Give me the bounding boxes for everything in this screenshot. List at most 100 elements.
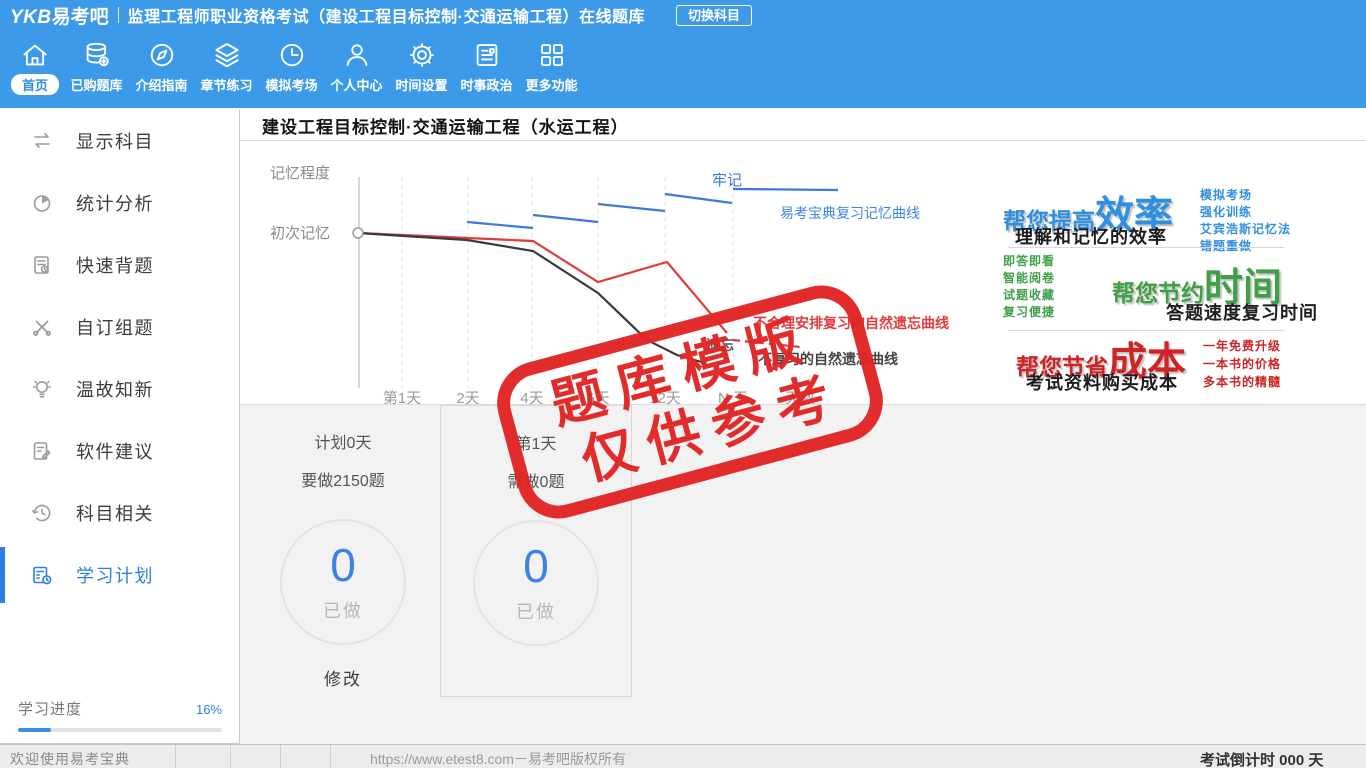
nav-item-mock-exam[interactable]: 模拟考场 — [259, 30, 324, 108]
study-plan-area: 计划0天 要做2150题 0 已做 修改 第1天 需做0题 0 已做 — [240, 404, 1366, 744]
nav-item-time-settings[interactable]: 时间设置 — [389, 30, 454, 108]
sidebar-item-label: 自订组题 — [76, 314, 154, 340]
nav-item-personal-center[interactable]: 个人中心 — [324, 30, 389, 108]
y-axis-label: 记忆程度 — [270, 165, 330, 182]
sidebar-item-statistics[interactable]: 统计分析 — [0, 172, 239, 234]
footer-divider — [230, 745, 231, 768]
plan-card: 计划0天 要做2150题 0 已做 修改 — [253, 405, 433, 690]
promo-time-sub: 答题速度复习时间 — [1166, 299, 1318, 325]
clock-icon — [277, 40, 307, 70]
nav-label: 时间设置 — [395, 75, 447, 94]
sidebar-item-label: 学习计划 — [76, 562, 154, 588]
sidebar-item-show-subjects[interactable]: 显示科目 — [0, 110, 239, 172]
nav-item-purchased[interactable]: 已购题库 — [64, 30, 129, 108]
blue-curve-label: 易考宝典复习记忆曲线 — [780, 205, 920, 221]
nav-label: 已购题库 — [70, 75, 122, 94]
welcome-text: 欢迎使用易考宝典 — [10, 749, 130, 769]
nav-label: 个人中心 — [330, 75, 382, 94]
top-header-bar: YKB易考吧 监理工程师职业资格考试（建设工程目标控制·交通运输工程）在线题库 … — [0, 0, 1366, 30]
sidebar-item-label: 统计分析 — [76, 190, 154, 216]
logo-en: YKB — [10, 7, 52, 28]
promo-cost-sub: 考试资料购买成本 — [1026, 369, 1178, 395]
promo-list-item: 艾宾浩斯记忆法 — [1200, 221, 1291, 238]
promo-list-item: 多本书的精髓 — [1203, 373, 1281, 391]
logo-cn: 易考吧 — [52, 7, 109, 28]
progress-percentage: 16% — [196, 702, 222, 717]
doc-edit-icon — [30, 439, 54, 463]
first-memory-label: 初次记忆 — [270, 225, 330, 242]
plan-days: 计划0天 — [253, 405, 433, 453]
study-progress: 学习进度 16% — [18, 698, 222, 732]
nav-label: 介绍指南 — [135, 75, 187, 94]
promo-time-list: 即答即看 智能阅卷 试题收藏 复习便捷 — [1003, 253, 1055, 321]
promo-list-item: 即答即看 — [1003, 253, 1055, 270]
compass-icon — [147, 40, 177, 70]
sidebar-item-study-plan[interactable]: 学习计划 — [0, 544, 239, 606]
sidebar-item-subject-related[interactable]: 科目相关 — [0, 482, 239, 544]
promo-efficiency-sub: 理解和记忆的效率 — [1015, 223, 1167, 249]
sidebar-item-custom-quiz[interactable]: 自订组题 — [0, 296, 239, 358]
sidebar-item-label: 快速背题 — [76, 252, 154, 278]
promo-list-item: 复习便捷 — [1003, 304, 1055, 321]
database-icon — [82, 40, 112, 70]
done-label: 已做 — [516, 598, 556, 624]
svg-text:第1天: 第1天 — [383, 389, 421, 404]
sidebar-item-review-old[interactable]: 温故知新 — [0, 358, 239, 420]
app-logo: YKB易考吧 — [10, 2, 109, 29]
promo-divider — [1008, 247, 1284, 248]
nav-label: 时事政治 — [460, 75, 512, 94]
nav-label: 更多功能 — [525, 75, 577, 94]
progress-bar — [18, 728, 222, 732]
footer-divider — [280, 745, 281, 768]
plan-done-circle: 0 已做 — [280, 519, 406, 645]
flashcard-icon — [30, 253, 54, 277]
svg-text:2天: 2天 — [456, 390, 479, 404]
bulb-icon — [30, 377, 54, 401]
laoji-label: 牢记 — [712, 172, 742, 189]
promo-list-item: 一年免费升级 — [1203, 337, 1281, 355]
plan-total-questions: 要做2150题 — [253, 467, 433, 491]
promo-list-item: 智能阅卷 — [1003, 270, 1055, 287]
layers-icon — [212, 40, 242, 70]
nav-item-home[interactable]: 首页 — [6, 30, 64, 108]
progress-fill — [18, 728, 51, 732]
exam-title: 监理工程师职业资格考试（建设工程目标控制·交通运输工程）在线题库 — [128, 3, 645, 27]
status-bar: 欢迎使用易考宝典 https://www.etest8.com－易考吧版权所有 … — [0, 744, 1366, 768]
progress-label: 学习进度 — [18, 698, 82, 719]
swap-icon — [30, 129, 54, 153]
done-count: 0 — [330, 541, 356, 589]
nav-item-more[interactable]: 更多功能 — [519, 30, 584, 108]
promo-efficiency-list: 模拟考场 强化训练 艾宾浩斯记忆法 错题重做 — [1200, 187, 1291, 255]
tools-icon — [30, 315, 54, 339]
sidebar-item-label: 软件建议 — [76, 438, 154, 464]
main-navbar: 首页 已购题库 介绍指南 章节练习 模拟考场 个人中心 时间设置 时事政治 更多… — [0, 30, 1366, 108]
nav-label: 模拟考场 — [265, 75, 317, 94]
nav-item-chapter-practice[interactable]: 章节练习 — [194, 30, 259, 108]
promo-list-item: 强化训练 — [1200, 204, 1291, 221]
sidebar-item-label: 科目相关 — [76, 500, 154, 526]
sidebar-item-label: 温故知新 — [76, 376, 154, 402]
gear-icon — [407, 40, 437, 70]
footer-divider — [175, 745, 176, 768]
first-memory-marker — [353, 228, 363, 238]
modify-plan-link[interactable]: 修改 — [253, 665, 433, 690]
copyright-url: https://www.etest8.com－易考吧版权所有 — [370, 749, 626, 769]
page-title: 建设工程目标控制·交通运输工程（水运工程） — [262, 113, 629, 138]
news-icon — [472, 40, 502, 70]
sidebar-item-quick-review[interactable]: 快速背题 — [0, 234, 239, 296]
promo-list-item: 试题收藏 — [1003, 287, 1055, 304]
done-count: 0 — [523, 542, 549, 590]
grid-icon — [537, 40, 567, 70]
sidebar-item-software-feedback[interactable]: 软件建议 — [0, 420, 239, 482]
home-icon — [20, 40, 50, 70]
topbar-divider — [118, 7, 119, 23]
person-icon — [342, 40, 372, 70]
switch-subject-button[interactable]: 切换科目 — [676, 5, 752, 26]
nav-item-current-affairs[interactable]: 时事政治 — [454, 30, 519, 108]
nav-item-guide[interactable]: 介绍指南 — [129, 30, 194, 108]
today-done-circle: 0 已做 — [473, 520, 599, 646]
nav-label: 章节练习 — [200, 75, 252, 94]
footer-divider — [330, 745, 331, 768]
promo-list-item: 模拟考场 — [1200, 187, 1291, 204]
promo-cost-list: 一年免费升级 一本书的价格 多本书的精髓 — [1203, 337, 1281, 391]
